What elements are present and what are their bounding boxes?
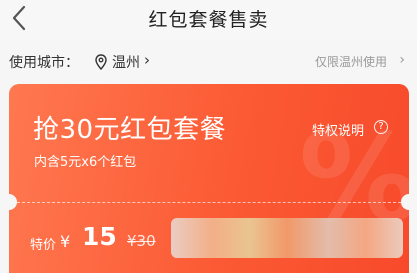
city-restriction-text: 仅限温州使用 [314, 55, 387, 69]
nav-bar: 红包套餐售卖 [0, 0, 417, 40]
package-subtitle: 内含5元x6个红包 [34, 155, 137, 170]
package-card[interactable]: % 抢30元红包套餐 内含5元x6个红包 特权说明 ? 特价 ¥ 15 ¥30 [9, 84, 409, 273]
location-pin-icon [95, 54, 107, 71]
original-price: ¥30 [127, 232, 156, 250]
city-label: 使用城市： [9, 55, 79, 71]
blurred-buy-button[interactable] [171, 218, 403, 258]
currency-symbol: ¥ [60, 232, 71, 251]
chevron-right-icon[interactable]: › [144, 51, 150, 69]
page-title: 红包套餐售卖 [148, 9, 269, 31]
question-icon[interactable]: ? [374, 120, 388, 134]
city-selector[interactable]: 温州 [112, 52, 140, 72]
privilege-rules-link[interactable]: 特权说明 [312, 120, 364, 139]
sale-price-label: 特价 [30, 238, 57, 253]
chevron-right-icon: › [399, 52, 405, 68]
city-row: 使用城市： 温州 › 仅限温州使用 › [0, 44, 417, 78]
divider [17, 202, 401, 203]
ticket-notch-left [9, 194, 17, 210]
sale-price: 15 [82, 222, 117, 251]
package-title: 抢30元红包套餐 [33, 115, 227, 145]
